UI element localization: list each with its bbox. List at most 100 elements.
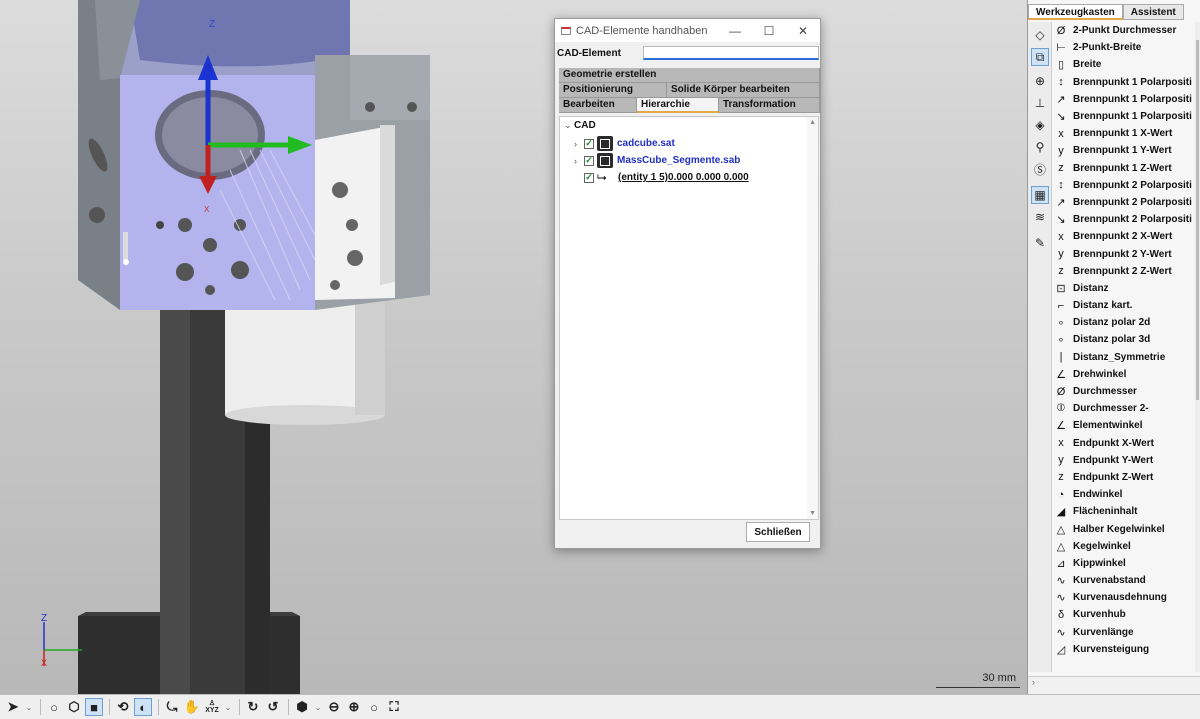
tree-root[interactable]: ⌄ CAD (564, 117, 596, 134)
tool-item[interactable]: z Brennpunkt 1 Z-Wert (1053, 160, 1193, 177)
scroll-up-icon[interactable]: ▲ (809, 119, 816, 126)
pan-hand-icon[interactable]: ✋ (183, 698, 201, 716)
checkbox[interactable]: ✓ (584, 155, 594, 166)
tool-item[interactable]: ↗ Brennpunkt 1 Polarpositi (1053, 91, 1193, 108)
tool-item[interactable]: Ø 2-Punkt Durchmesser (1053, 22, 1193, 39)
check-report-icon[interactable]: ≋ (1031, 208, 1049, 226)
tool-item[interactable]: ∿ Kurvenausdehnung (1053, 589, 1193, 606)
select-arrow-icon[interactable]: ➤ (4, 698, 22, 716)
tree-item[interactable]: ✓ ⮡ (entity 1 5)0.000 0.000 0.000 (584, 169, 749, 186)
tool-list-scrollbar[interactable] (1195, 22, 1200, 672)
tool-item[interactable]: ↕ Brennpunkt 1 Polarpositi (1053, 74, 1193, 91)
cad-element-input[interactable] (643, 46, 819, 60)
zoom-fit-icon[interactable]: ⛶ (385, 698, 403, 716)
checkbox[interactable]: ✓ (584, 172, 594, 183)
tool-item[interactable]: ⦶ Durchmesser 2- (1053, 400, 1193, 417)
cube-view-icon[interactable]: ⬢ (293, 698, 311, 716)
tag-icon[interactable]: ◈ (1031, 116, 1049, 134)
chevron-down-icon[interactable]: ⌄ (223, 698, 233, 716)
measure-icon[interactable]: ⧉ (1031, 48, 1049, 66)
tool-item[interactable]: ◿ Kurvensteigung (1053, 641, 1193, 658)
tool-item[interactable]: ↘ Brennpunkt 1 Polarpositi (1053, 108, 1193, 125)
tool-item[interactable]: ↕ Brennpunkt 2 Polarpositi (1053, 177, 1193, 194)
minimize-button[interactable]: — (718, 24, 752, 38)
close-button[interactable]: Schließen (746, 522, 810, 542)
tool-item[interactable]: ↗ Brennpunkt 2 Polarpositi (1053, 194, 1193, 211)
tab-werkzeugkasten[interactable]: Werkzeugkasten (1028, 4, 1123, 20)
tool-item[interactable]: | Distanz_Symmetrie (1053, 349, 1193, 366)
tab-geometrie-erstellen[interactable]: Geometrie erstellen (559, 68, 820, 83)
s-icon[interactable]: Ⓢ (1031, 160, 1049, 178)
chevron-right-icon[interactable]: › (574, 139, 584, 149)
shaded-active-icon[interactable]: ◐ (134, 698, 152, 716)
tool-item[interactable]: x Brennpunkt 1 X-Wert (1053, 125, 1193, 142)
checkbox[interactable]: ✓ (584, 138, 594, 149)
cad-scene[interactable]: Z X Z X (0, 0, 1027, 694)
tool-item[interactable]: ▯ Breite (1053, 56, 1193, 73)
tool-item[interactable]: ⊿ Kippwinkel (1053, 555, 1193, 572)
solid-cube-icon[interactable]: ■ (85, 698, 103, 716)
chevron-down-icon[interactable]: ⌄ (564, 120, 574, 131)
rotate-cw-icon[interactable]: ↻ (244, 698, 262, 716)
tool-item[interactable]: x Endpunkt X-Wert (1053, 435, 1193, 452)
tool-item[interactable]: ↘ Brennpunkt 2 Polarpositi (1053, 211, 1193, 228)
tool-item[interactable]: δ Kurvenhub (1053, 606, 1193, 623)
rotate-3d-icon[interactable]: ⤿ (163, 698, 181, 716)
hierarchy-icon[interactable]: ⊥ (1031, 94, 1049, 112)
tool-item[interactable]: ∿ Kurvenlänge (1053, 624, 1193, 641)
tree-item[interactable]: › ✓ cadcube.sat (574, 135, 675, 152)
tool-item[interactable]: Ø Durchmesser (1053, 383, 1193, 400)
zoom-in-icon[interactable]: ⊕ (345, 698, 363, 716)
tool-item[interactable]: ◢ Flächeninhalt (1053, 503, 1193, 520)
tree-scrollbar[interactable]: ▲ ▼ (807, 117, 818, 519)
tool-item[interactable]: ∘ Distanz polar 3d (1053, 331, 1193, 348)
tool-item[interactable]: ∠ Drehwinkel (1053, 366, 1193, 383)
xyz-view-icon[interactable]: ♙ XYZ (203, 698, 221, 716)
hierarchy-tree[interactable]: ⌄ CAD › ✓ cadcube.sat › ✓ MassCube_Segme… (559, 116, 819, 520)
dialog-titlebar[interactable]: CAD-Elemente handhaben — ☐ ✕ (555, 19, 820, 42)
tab-transformation[interactable]: Transformation (719, 98, 820, 113)
tree-item[interactable]: › ✓ MassCube_Segmente.sab (574, 152, 740, 169)
rotate-ccw-icon[interactable]: ↺ (264, 698, 282, 716)
tool-item[interactable]: ⌐ Distanz kart. (1053, 297, 1193, 314)
shaded-icon[interactable]: ⟲ (114, 698, 132, 716)
tool-item[interactable]: △ Halber Kegelwinkel (1053, 520, 1193, 537)
tool-item[interactable]: z Endpunkt Z-Wert (1053, 469, 1193, 486)
wireframe-icon[interactable]: ⬡ (65, 698, 83, 716)
zoom-out-icon[interactable]: ⊖ (325, 698, 343, 716)
tool-item[interactable]: ∿ Kurvenabstand (1053, 572, 1193, 589)
probe-icon[interactable]: ⚲ (1031, 138, 1049, 156)
tool-item[interactable]: x Brennpunkt 2 X-Wert (1053, 228, 1193, 245)
tool-item[interactable]: z Brennpunkt 2 Z-Wert (1053, 263, 1193, 280)
tab-bearbeiten[interactable]: Bearbeiten (559, 98, 637, 113)
tab-assistent[interactable]: Assistent (1122, 4, 1184, 20)
tree-item-label[interactable]: cadcube.sat (617, 138, 675, 149)
circle-icon[interactable]: ○ (45, 698, 63, 716)
horizontal-scrollbar[interactable]: › (1028, 676, 1200, 694)
tool-item[interactable]: y Brennpunkt 2 Y-Wert (1053, 245, 1193, 262)
close-window-button[interactable]: ✕ (786, 24, 820, 38)
tree-item-label[interactable]: MassCube_Segmente.sab (617, 155, 740, 166)
tool-item[interactable]: y Brennpunkt 1 Y-Wert (1053, 142, 1193, 159)
tool-item[interactable]: ∘ Distanz polar 2d (1053, 314, 1193, 331)
chevron-down-icon[interactable]: ⌄ (24, 698, 34, 716)
tool-item[interactable]: ⊡ Distanz (1053, 280, 1193, 297)
zoom-icon[interactable]: ○ (365, 698, 383, 716)
shapes-icon[interactable]: ◇ (1031, 26, 1049, 44)
chevron-down-icon[interactable]: ⌄ (313, 698, 323, 716)
pencil-icon[interactable]: ✎ (1031, 234, 1049, 252)
chevron-right-icon[interactable]: › (574, 156, 584, 166)
tool-item[interactable]: ∠ Elementwinkel (1053, 417, 1193, 434)
tree-item-label[interactable]: (entity 1 5)0.000 0.000 0.000 (618, 172, 749, 183)
parallel-icon[interactable]: ⊕ (1031, 72, 1049, 90)
toolbox-icon[interactable]: ▦ (1031, 186, 1049, 204)
tool-item[interactable]: ◔ Endwinkel (1053, 486, 1193, 503)
tab-solide-koerper-bearbeiten[interactable]: Solide Körper bearbeiten (667, 83, 820, 98)
tab-positionierung[interactable]: Positionierung (559, 83, 667, 98)
tool-item[interactable]: y Endpunkt Y-Wert (1053, 452, 1193, 469)
scroll-down-icon[interactable]: ▼ (809, 510, 816, 517)
tool-item[interactable]: △ Kegelwinkel (1053, 538, 1193, 555)
3d-viewport[interactable]: Z X Z X 30 mm (0, 0, 1027, 694)
cad-elements-dialog[interactable]: CAD-Elemente handhaben — ☐ ✕ CAD-Element… (554, 18, 821, 549)
tab-hierarchie[interactable]: Hierarchie (637, 98, 719, 113)
